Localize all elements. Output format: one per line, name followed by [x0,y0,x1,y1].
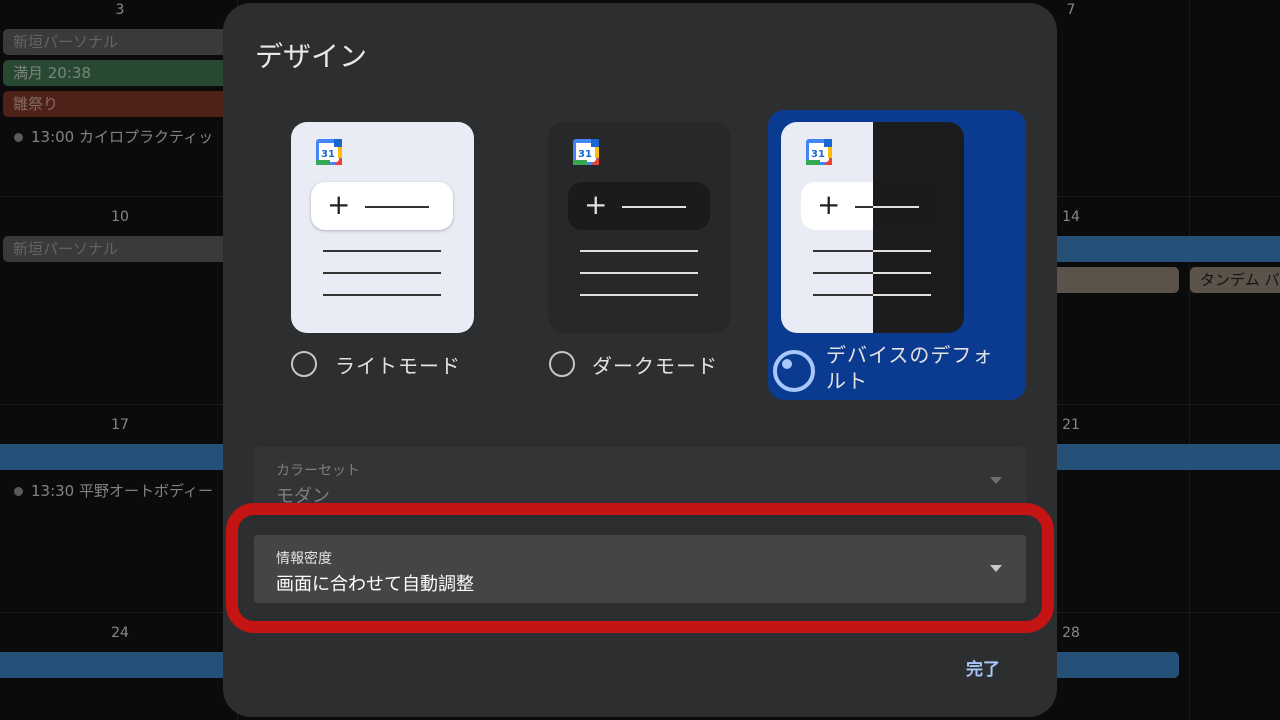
theme-label-light: ライトモード [335,354,461,378]
chevron-down-icon [990,477,1002,484]
theme-label-dark: ダークモード [592,354,718,378]
theme-label-device-default: デバイスのデフォ ルト [826,342,1016,394]
pill-line [365,206,429,208]
preview-lines [323,250,441,316]
preview-lines [813,250,931,316]
theme-label-line2: ルト [826,369,868,393]
svg-text:31: 31 [321,149,335,160]
screen: 3 7 10 14 17 21 24 28 新垣パーソナル 満月 20:38 雛… [0,0,1280,720]
color-set-label: カラーセット [276,463,360,479]
dark-mode-preview: 31 + [548,122,731,333]
preview-lines [580,250,698,316]
light-mode-preview: 31 + [291,122,474,333]
svg-text:31: 31 [578,149,592,160]
radio-light[interactable] [291,351,317,377]
radio-dark[interactable] [549,351,575,377]
calendar-31-icon: 31 [806,139,832,165]
create-pill: + [568,182,710,230]
create-pill: + [311,182,453,230]
highlight-annotation [226,503,1054,633]
plus-icon: + [817,188,841,221]
create-pill: + [801,182,943,230]
theme-option-light[interactable]: 31 + ライトモード [278,110,536,400]
plus-icon: + [327,188,351,221]
dialog-title: デザイン [255,40,368,73]
pill-line [622,206,686,208]
theme-label-line1: デバイスのデフォ [826,343,994,367]
done-button[interactable]: 完了 [964,651,1002,684]
theme-option-dark[interactable]: 31 + ダークモード [535,110,793,400]
calendar-31-icon: 31 [573,139,599,165]
radio-device-default[interactable] [773,350,815,392]
svg-text:31: 31 [811,149,825,160]
pill-line [855,206,919,208]
device-default-preview: 31 + [781,122,964,333]
plus-icon: + [584,188,608,221]
calendar-31-icon: 31 [316,139,342,165]
theme-option-device-default[interactable]: 31 + デバイスのデフォ ルト [768,110,1026,400]
